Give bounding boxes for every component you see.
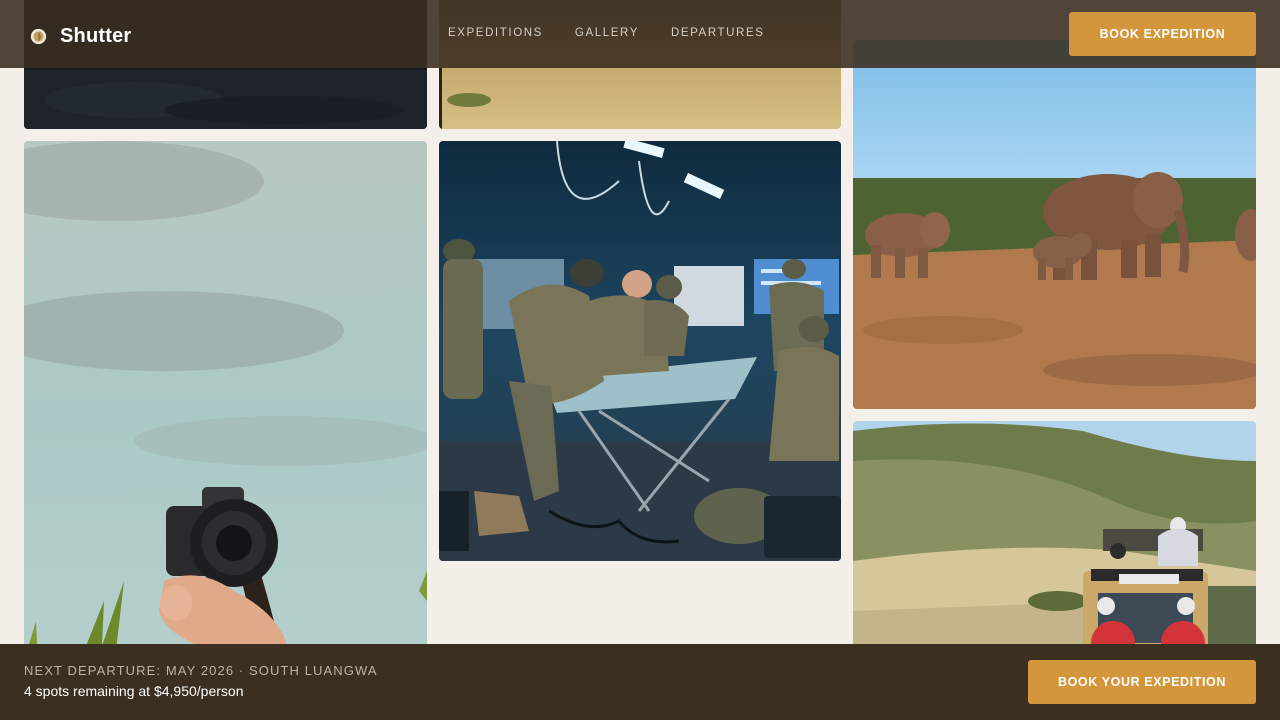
gallery-photo-camera-hand[interactable] <box>24 141 427 701</box>
next-departure-label: NEXT DEPARTURE: MAY 2026 · SOUTH LUANGWA <box>24 663 378 678</box>
shutter-logo-icon <box>30 28 47 45</box>
book-your-expedition-button[interactable]: BOOK YOUR EXPEDITION <box>1028 660 1256 704</box>
book-expedition-button[interactable]: BOOK EXPEDITION <box>1069 12 1256 56</box>
main-nav: EXPEDITIONS GALLERY DEPARTURES <box>448 27 797 39</box>
spots-remaining-text: 4 spots remaining at $4,950/person <box>24 683 244 699</box>
gallery-photo-elephants[interactable] <box>853 40 1256 409</box>
nav-link-departures[interactable]: DEPARTURES <box>671 27 765 39</box>
gallery-photo-soldiers-map[interactable] <box>439 141 841 561</box>
brand-logo[interactable]: Shutter <box>30 25 131 48</box>
nav-link-expeditions[interactable]: EXPEDITIONS <box>448 27 543 39</box>
brand-name: Shutter <box>60 25 132 47</box>
nav-link-gallery[interactable]: GALLERY <box>575 27 639 39</box>
site-header: Shutter EXPEDITIONS GALLERY DEPARTURES B… <box>0 0 1280 68</box>
